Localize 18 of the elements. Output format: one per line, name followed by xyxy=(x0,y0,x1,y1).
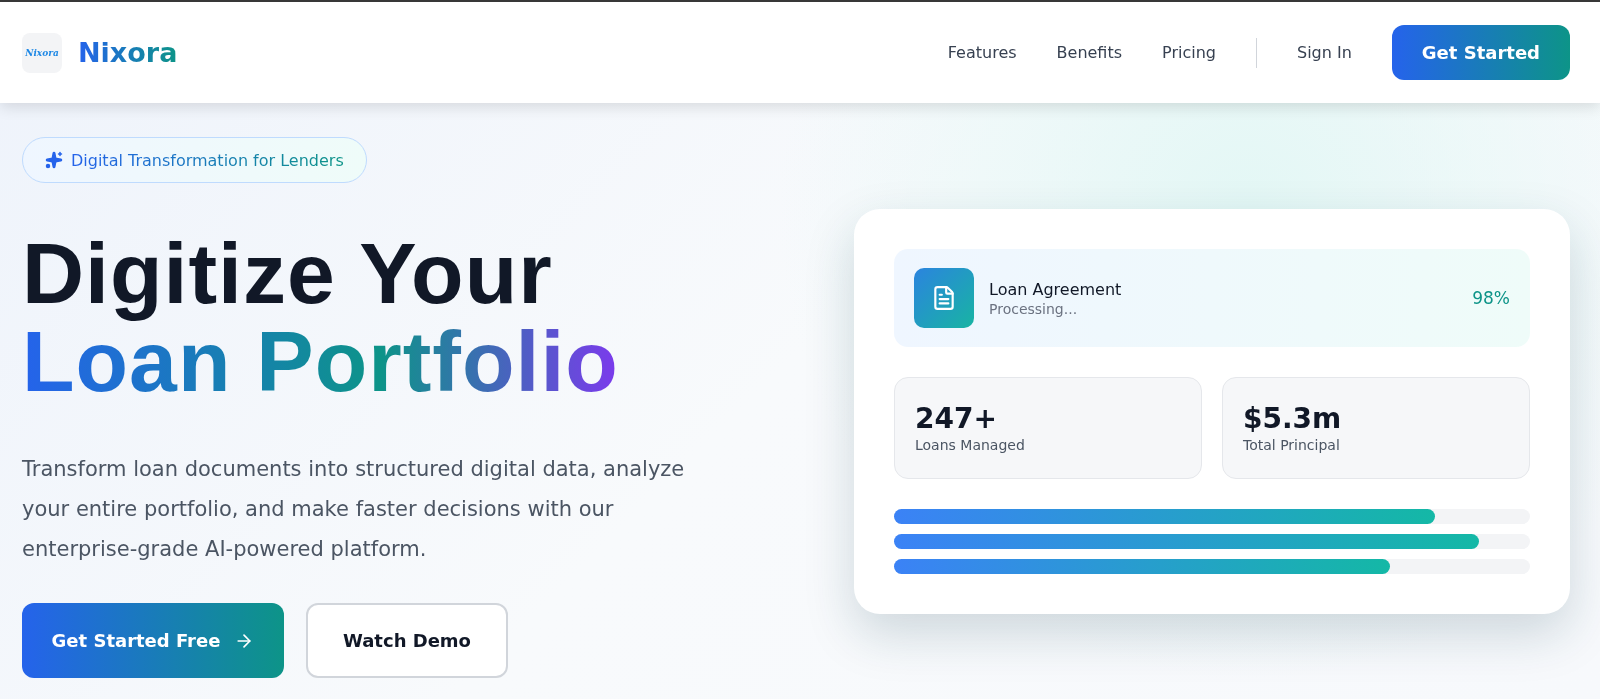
get-started-free-button[interactable]: Get Started Free xyxy=(22,603,284,678)
get-started-button[interactable]: Get Started xyxy=(1391,25,1570,80)
progress-percent: 98% xyxy=(1472,288,1510,308)
document-title: Loan Agreement xyxy=(989,279,1122,299)
watch-demo-button[interactable]: Watch Demo xyxy=(306,603,508,678)
sign-in-link[interactable]: Sign In xyxy=(1297,43,1352,62)
nav-link[interactable]: Benefits xyxy=(1056,43,1123,62)
tagline-badge: Digital Transformation for Lenders xyxy=(22,137,367,183)
document-icon xyxy=(914,268,974,328)
stat-label: Loans Managed xyxy=(915,437,1026,453)
stat-label: Total Principal xyxy=(1243,437,1341,453)
nav-link[interactable]: Pricing xyxy=(1162,43,1216,62)
hero-description: Transform loan documents into structured digital data, analyze your entire portfolio, and make faster decisions with our enterprise-grade AI-powered platform. xyxy=(22,456,686,563)
nav-link[interactable]: Features xyxy=(947,43,1017,62)
stat-value: $5.3m xyxy=(1243,402,1343,435)
stat-value: 247+ xyxy=(915,402,998,435)
document-status: Processing... xyxy=(989,300,1079,317)
sparkles-icon xyxy=(45,151,63,169)
